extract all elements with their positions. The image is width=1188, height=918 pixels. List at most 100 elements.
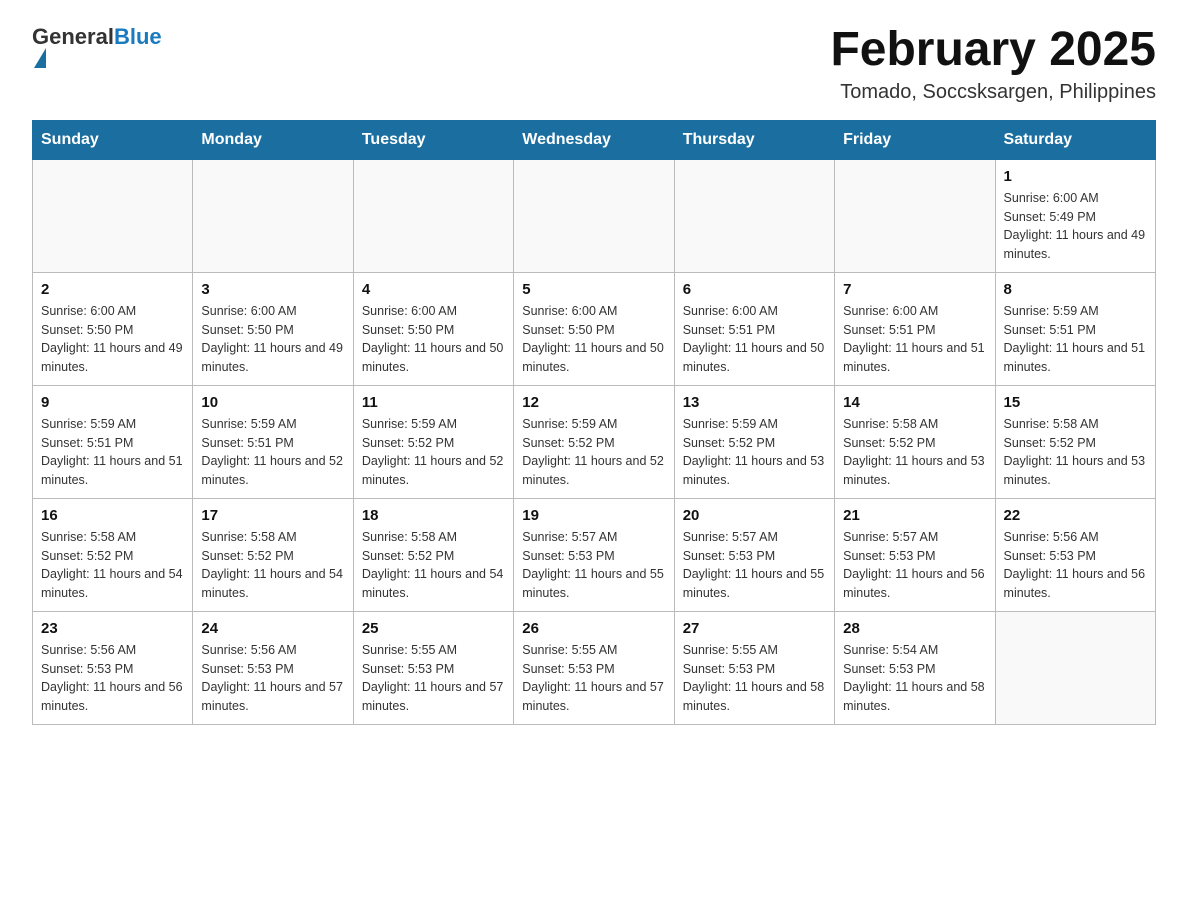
logo: GeneralBlue [32,24,162,70]
calendar-cell: 18 Sunrise: 5:58 AMSunset: 5:52 PMDayligh… [353,498,513,611]
cell-info: Sunrise: 6:00 AMSunset: 5:50 PMDaylight:… [522,302,665,377]
day-header-monday: Monday [193,120,353,159]
calendar-cell: 19Sunrise: 5:57 AMSunset: 5:53 PMDayligh… [514,498,674,611]
calendar-cell: 9Sunrise: 5:59 AMSunset: 5:51 PMDaylight… [33,385,193,498]
cell-info: Sunrise: 6:00 AMSunset: 5:50 PMDaylight:… [201,302,344,377]
day-header-tuesday: Tuesday [353,120,513,159]
week-row-5: 23 Sunrise: 5:56 AMSunset: 5:53 PMDayligh… [33,611,1156,724]
cell-info: Sunrise: 5:59 AMSunset: 5:51 PMDaylight:… [1004,302,1147,377]
cell-day-number: 2 [41,281,184,298]
cell-day-number: 3 [201,281,344,298]
calendar-cell [33,159,193,272]
calendar-cell: 11 Sunrise: 5:59 AMSunset: 5:52 PMDayligh… [353,385,513,498]
cell-info: Sunrise: 5:58 AMSunset: 5:52 PMDaylight:… [1004,415,1147,490]
cell-day-number: 19 [522,507,665,524]
day-header-thursday: Thursday [674,120,834,159]
calendar-cell: 1 Sunrise: 6:00 AMSunset: 5:49 PMDaylight… [995,159,1155,272]
calendar-title: February 2025 [830,24,1156,77]
cell-info: Sunrise: 5:56 AMSunset: 5:53 PMDaylight:… [1004,528,1147,603]
calendar-cell: 8 Sunrise: 5:59 AMSunset: 5:51 PMDaylight… [995,272,1155,385]
day-header-wednesday: Wednesday [514,120,674,159]
calendar-cell: 17 Sunrise: 5:58 AMSunset: 5:52 PMDayligh… [193,498,353,611]
cell-day-number: 15 [1004,394,1147,411]
cell-day-number: 25 [362,620,505,637]
calendar-cell: 14 Sunrise: 5:58 AMSunset: 5:52 PMDayligh… [835,385,995,498]
calendar-cell: 16Sunrise: 5:58 AMSunset: 5:52 PMDayligh… [33,498,193,611]
cell-day-number: 28 [843,620,986,637]
cell-info: Sunrise: 5:57 AMSunset: 5:53 PMDaylight:… [683,528,826,603]
cell-day-number: 5 [522,281,665,298]
cell-day-number: 22 [1004,507,1147,524]
cell-day-number: 27 [683,620,826,637]
calendar-cell [995,611,1155,724]
cell-day-number: 11 [362,394,505,411]
logo-triangle-icon [34,48,46,68]
cell-info: Sunrise: 5:56 AMSunset: 5:53 PMDaylight:… [41,641,184,716]
calendar-cell: 24 Sunrise: 5:56 AMSunset: 5:53 PMDayligh… [193,611,353,724]
calendar-body: 1 Sunrise: 6:00 AMSunset: 5:49 PMDaylight… [33,159,1156,724]
calendar-cell: 15 Sunrise: 5:58 AMSunset: 5:52 PMDayligh… [995,385,1155,498]
calendar-cell [835,159,995,272]
calendar-cell: 6Sunrise: 6:00 AMSunset: 5:51 PMDaylight… [674,272,834,385]
calendar-cell: 22 Sunrise: 5:56 AMSunset: 5:53 PMDayligh… [995,498,1155,611]
logo-general-text: General [32,24,114,49]
cell-info: Sunrise: 6:00 AMSunset: 5:51 PMDaylight:… [683,302,826,377]
cell-day-number: 21 [843,507,986,524]
cell-info: Sunrise: 5:56 AMSunset: 5:53 PMDaylight:… [201,641,344,716]
week-row-4: 16Sunrise: 5:58 AMSunset: 5:52 PMDayligh… [33,498,1156,611]
cell-info: Sunrise: 5:58 AMSunset: 5:52 PMDaylight:… [843,415,986,490]
calendar-cell [674,159,834,272]
calendar-cell: 7Sunrise: 6:00 AMSunset: 5:51 PMDaylight… [835,272,995,385]
cell-day-number: 23 [41,620,184,637]
cell-day-number: 10 [201,394,344,411]
cell-info: Sunrise: 5:55 AMSunset: 5:53 PMDaylight:… [683,641,826,716]
calendar-cell: 4 Sunrise: 6:00 AMSunset: 5:50 PMDaylight… [353,272,513,385]
cell-info: Sunrise: 5:59 AMSunset: 5:52 PMDaylight:… [683,415,826,490]
cell-info: Sunrise: 6:00 AMSunset: 5:49 PMDaylight:… [1004,189,1147,264]
cell-day-number: 13 [683,394,826,411]
day-header-saturday: Saturday [995,120,1155,159]
cell-info: Sunrise: 5:59 AMSunset: 5:52 PMDaylight:… [362,415,505,490]
cell-day-number: 14 [843,394,986,411]
calendar-cell: 23 Sunrise: 5:56 AMSunset: 5:53 PMDayligh… [33,611,193,724]
calendar-cell: 10Sunrise: 5:59 AMSunset: 5:51 PMDayligh… [193,385,353,498]
cell-day-number: 18 [362,507,505,524]
week-row-2: 2 Sunrise: 6:00 AMSunset: 5:50 PMDaylight… [33,272,1156,385]
cell-info: Sunrise: 5:58 AMSunset: 5:52 PMDaylight:… [362,528,505,603]
calendar-cell: 27 Sunrise: 5:55 AMSunset: 5:53 PMDayligh… [674,611,834,724]
cell-info: Sunrise: 5:57 AMSunset: 5:53 PMDaylight:… [843,528,986,603]
cell-day-number: 12 [522,394,665,411]
week-row-1: 1 Sunrise: 6:00 AMSunset: 5:49 PMDaylight… [33,159,1156,272]
cell-day-number: 8 [1004,281,1147,298]
calendar-cell: 5 Sunrise: 6:00 AMSunset: 5:50 PMDaylight… [514,272,674,385]
day-header-friday: Friday [835,120,995,159]
cell-info: Sunrise: 6:00 AMSunset: 5:50 PMDaylight:… [362,302,505,377]
cell-info: Sunrise: 5:59 AMSunset: 5:52 PMDaylight:… [522,415,665,490]
calendar-cell: 28 Sunrise: 5:54 AMSunset: 5:53 PMDayligh… [835,611,995,724]
calendar-cell: 20 Sunrise: 5:57 AMSunset: 5:53 PMDayligh… [674,498,834,611]
calendar-cell: 13 Sunrise: 5:59 AMSunset: 5:52 PMDayligh… [674,385,834,498]
cell-info: Sunrise: 5:55 AMSunset: 5:53 PMDaylight:… [522,641,665,716]
cell-info: Sunrise: 5:58 AMSunset: 5:52 PMDaylight:… [41,528,184,603]
calendar-cell: 21 Sunrise: 5:57 AMSunset: 5:53 PMDayligh… [835,498,995,611]
day-header-sunday: Sunday [33,120,193,159]
cell-day-number: 1 [1004,168,1147,185]
cell-info: Sunrise: 5:54 AMSunset: 5:53 PMDaylight:… [843,641,986,716]
cell-info: Sunrise: 5:55 AMSunset: 5:53 PMDaylight:… [362,641,505,716]
week-row-3: 9Sunrise: 5:59 AMSunset: 5:51 PMDaylight… [33,385,1156,498]
cell-day-number: 24 [201,620,344,637]
calendar-cell: 25 Sunrise: 5:55 AMSunset: 5:53 PMDayligh… [353,611,513,724]
calendar-cell [353,159,513,272]
cell-day-number: 17 [201,507,344,524]
cell-day-number: 20 [683,507,826,524]
location-subtitle: Tomado, Soccsksargen, Philippines [830,81,1156,104]
calendar-cell: 26 Sunrise: 5:55 AMSunset: 5:53 PMDayligh… [514,611,674,724]
calendar-header: SundayMondayTuesdayWednesdayThursdayFrid… [33,120,1156,159]
calendar-cell: 12 Sunrise: 5:59 AMSunset: 5:52 PMDayligh… [514,385,674,498]
calendar-cell [193,159,353,272]
cell-day-number: 26 [522,620,665,637]
days-of-week-row: SundayMondayTuesdayWednesdayThursdayFrid… [33,120,1156,159]
cell-day-number: 4 [362,281,505,298]
calendar-cell: 2Sunrise: 6:00 AMSunset: 5:50 PMDaylight… [33,272,193,385]
cell-info: Sunrise: 5:58 AMSunset: 5:52 PMDaylight:… [201,528,344,603]
